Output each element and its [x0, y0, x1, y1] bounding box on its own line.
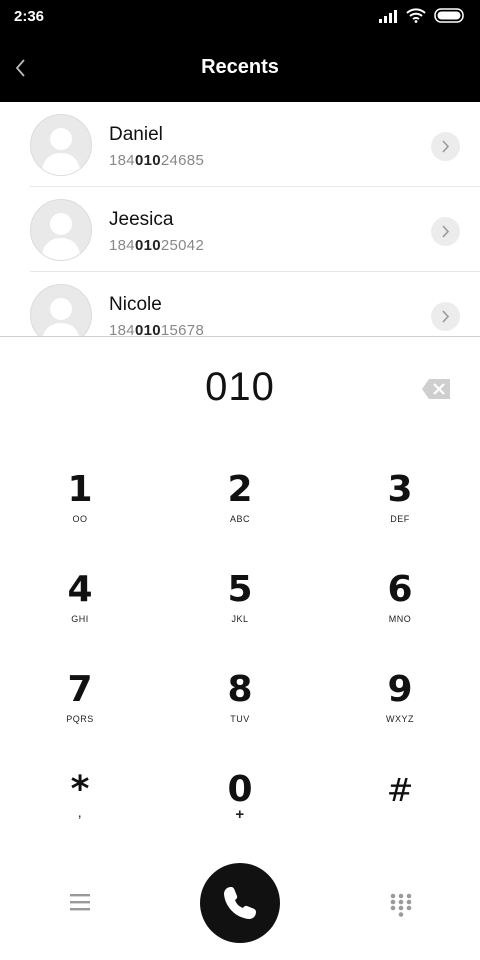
- page-title: Recents: [201, 56, 279, 78]
- key-digit: 9: [387, 669, 413, 710]
- header-bar: Recents: [0, 34, 480, 102]
- key-1[interactable]: 1 OO: [10, 470, 150, 550]
- details-button[interactable]: [431, 132, 460, 161]
- wifi-icon: [406, 8, 426, 23]
- dialpad-icon[interactable]: [389, 892, 413, 918]
- key-8[interactable]: 8 TUV: [170, 670, 310, 750]
- key-5[interactable]: 5 JKL: [170, 570, 310, 650]
- key-7[interactable]: 7 PQRS: [10, 670, 150, 750]
- status-bar: 2:36: [0, 0, 480, 34]
- key-letters: TUV: [230, 714, 250, 724]
- battery-icon: [434, 8, 464, 23]
- recents-list: Daniel 18401024685 Jeesica 18401025042 N…: [0, 102, 480, 336]
- status-time: 2:36: [14, 8, 45, 25]
- person-silhouette-icon: [42, 298, 80, 336]
- backspace-icon[interactable]: [421, 378, 451, 400]
- number-match: 010: [134, 322, 161, 336]
- avatar: [30, 114, 92, 176]
- avatar: [30, 284, 92, 336]
- recent-contact-row[interactable]: Jeesica 18401025042: [0, 187, 480, 272]
- key-letters: WXYZ: [386, 714, 414, 724]
- details-button[interactable]: [431, 217, 460, 246]
- recent-contact-row[interactable]: Daniel 18401024685: [0, 102, 480, 187]
- chevron-right-icon: [442, 225, 450, 238]
- phone-icon: [224, 887, 256, 919]
- dialer-separator: [0, 336, 480, 337]
- key-star[interactable]: * ,: [10, 770, 150, 850]
- number-match: 010: [134, 237, 161, 254]
- avatar: [30, 199, 92, 261]
- person-silhouette-icon: [41, 213, 81, 260]
- key-letters: DEF: [390, 514, 410, 524]
- key-digit: 6: [387, 569, 413, 610]
- key-digit: 3: [387, 469, 413, 510]
- contact-name: Daniel: [109, 124, 163, 145]
- signal-icon: [379, 9, 397, 23]
- key-9[interactable]: 9 WXYZ: [330, 670, 470, 750]
- key-letters: OO: [72, 514, 88, 524]
- key-letters: ABC: [229, 514, 250, 524]
- chevron-right-icon: [442, 140, 450, 153]
- key-3[interactable]: 3 DEF: [330, 470, 470, 550]
- call-button[interactable]: [200, 863, 280, 943]
- key-6[interactable]: 6 MNO: [330, 570, 470, 650]
- dialed-number: 010: [205, 365, 275, 409]
- key-4[interactable]: 4 GHI: [10, 570, 150, 650]
- key-letters: JKL: [231, 614, 249, 624]
- details-button[interactable]: [431, 302, 460, 331]
- key-digit: 7: [67, 669, 93, 710]
- key-hash[interactable]: #: [330, 770, 470, 850]
- contact-number: 18401024685: [109, 152, 205, 169]
- contact-number: 18401025042: [109, 237, 205, 254]
- key-digit: 0: [227, 769, 253, 810]
- status-icons: [378, 8, 466, 23]
- key-digit: 2: [227, 469, 253, 510]
- chevron-right-icon: [442, 310, 450, 323]
- key-letters: GHI: [71, 614, 89, 624]
- number-match: 010: [134, 152, 161, 169]
- key-letters: MNO: [388, 614, 412, 624]
- key-letters: ,: [77, 804, 83, 820]
- key-digit: 8: [227, 669, 253, 710]
- menu-icon[interactable]: [68, 890, 92, 914]
- contact-name: Jeesica: [109, 209, 174, 230]
- recent-contact-row[interactable]: Nicole 18401015678: [0, 272, 480, 336]
- key-letters: +: [235, 806, 245, 823]
- key-0[interactable]: 0 +: [170, 770, 310, 850]
- contact-number: 18401015678: [109, 322, 204, 336]
- key-digit: #: [386, 771, 414, 809]
- key-digit: 1: [67, 469, 93, 510]
- key-digit: 4: [67, 569, 93, 610]
- dialer-actions: [0, 860, 480, 950]
- contact-name: Nicole: [109, 294, 162, 315]
- key-letters: PQRS: [66, 714, 94, 724]
- key-digit: 5: [227, 569, 253, 610]
- key-2[interactable]: 2 ABC: [170, 470, 310, 550]
- person-silhouette-icon: [41, 128, 81, 175]
